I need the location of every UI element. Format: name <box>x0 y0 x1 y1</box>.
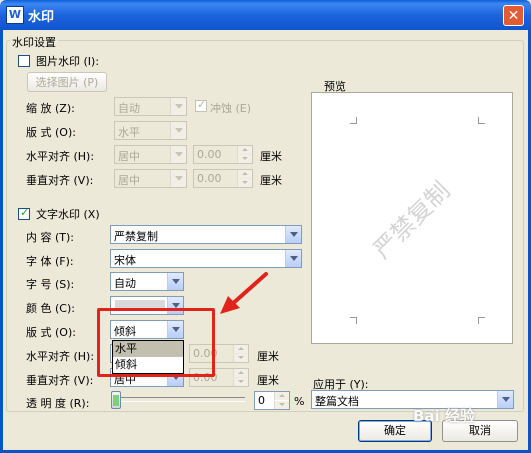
picture-valign-offset[interactable]: 0.00 <box>193 169 253 188</box>
size-value: 自动 <box>114 277 136 290</box>
picture-valign-value: 居中 <box>118 174 140 187</box>
picture-halign-label: 水平对齐 (H): <box>26 150 95 163</box>
chevron-down-icon[interactable] <box>167 273 183 290</box>
font-value: 宋体 <box>114 254 136 267</box>
spin-down-icon[interactable] <box>237 155 252 163</box>
margin-corner-bl <box>350 317 357 324</box>
transparency-label: 透 明 度 (R): <box>26 397 90 410</box>
picture-valign-combo[interactable]: 居中 <box>114 169 187 188</box>
picture-halign-offset-value: 0.00 <box>197 148 222 161</box>
apply-to-value: 整篇文档 <box>315 395 359 408</box>
chevron-down-icon <box>170 170 186 187</box>
transparency-percent: % <box>294 395 305 408</box>
picture-scale-label: 缩 放 (Z): <box>26 102 75 115</box>
size-combo[interactable]: 自动 <box>110 272 184 291</box>
transparency-value: 0 <box>258 394 265 407</box>
chevron-down-icon <box>170 122 186 139</box>
margin-corner-tr <box>478 117 485 124</box>
picture-layout-label: 版 式 (O): <box>26 126 76 139</box>
spin-down-icon[interactable] <box>233 354 248 362</box>
preview-pane: 严禁复制 <box>311 92 513 344</box>
baidu-logo-watermark: Bai 经验 <box>413 407 475 425</box>
window-title: 水印 <box>28 10 55 25</box>
picture-scale-value: 自动 <box>118 102 140 115</box>
picture-watermark-checkbox[interactable] <box>18 55 30 67</box>
spin-up-icon[interactable] <box>237 170 252 178</box>
picture-valign-unit: 厘米 <box>260 174 282 187</box>
transparency-slider-thumb[interactable] <box>111 391 121 409</box>
text-watermark-label: 文字水印 (X) <box>36 208 100 221</box>
transparency-slider-track[interactable] <box>117 397 245 402</box>
margin-corner-tl <box>350 117 357 124</box>
transparency-spinner[interactable]: 0 <box>254 391 290 410</box>
picture-halign-value: 居中 <box>118 150 140 163</box>
title-bar[interactable] <box>0 0 531 30</box>
text-halign-unit: 厘米 <box>257 350 279 363</box>
window-frame-left <box>0 30 3 453</box>
text-valign-label: 垂直对齐 (V): <box>26 374 94 387</box>
picture-valign-label: 垂直对齐 (V): <box>26 174 94 187</box>
washout-checkbox[interactable] <box>195 98 207 112</box>
margin-corner-br <box>478 317 485 324</box>
content-value: 严禁复制 <box>114 230 158 243</box>
content-label: 内 容 (T): <box>26 231 75 244</box>
spin-down-icon[interactable] <box>233 378 248 386</box>
font-label: 字 体 (F): <box>26 255 74 268</box>
group-title: 水印设置 <box>10 34 58 50</box>
font-combo[interactable]: 宋体 <box>110 249 302 268</box>
preview-watermark-text: 严禁复制 <box>367 176 456 265</box>
picture-scale-combo[interactable]: 自动 <box>114 97 187 116</box>
text-valign-unit: 厘米 <box>257 374 279 387</box>
spin-up-icon[interactable] <box>233 345 248 353</box>
text-halign-label: 水平对齐 (H): <box>26 350 95 363</box>
spin-down-icon[interactable] <box>274 401 289 409</box>
choose-picture-button[interactable]: 选择图片 (P) <box>27 72 107 92</box>
spin-up-icon[interactable] <box>274 392 289 400</box>
picture-watermark-label: 图片水印 (I): <box>36 55 100 68</box>
size-label: 字 号 (S): <box>26 278 75 291</box>
content-combo[interactable]: 严禁复制 <box>110 225 302 244</box>
text-layout-label: 版 式 (O): <box>26 326 76 339</box>
picture-layout-value: 水平 <box>118 126 140 139</box>
spin-down-icon[interactable] <box>237 179 252 187</box>
chevron-down-icon <box>170 98 186 115</box>
close-button[interactable]: ✕ <box>503 5 524 26</box>
arrow-annotation-icon <box>220 272 268 314</box>
highlight-box <box>97 308 215 377</box>
spin-up-icon[interactable] <box>237 146 252 154</box>
picture-halign-offset[interactable]: 0.00 <box>193 145 253 164</box>
chevron-down-icon[interactable] <box>285 250 301 267</box>
chevron-down-icon <box>170 146 186 163</box>
picture-halign-unit: 厘米 <box>260 150 282 163</box>
color-label: 颜 色 (C): <box>26 302 75 315</box>
spin-up-icon[interactable] <box>233 369 248 377</box>
app-icon: W <box>6 6 24 24</box>
chevron-down-icon[interactable] <box>497 391 513 408</box>
washout-label: 冲蚀 (E) <box>210 102 252 115</box>
picture-valign-offset-value: 0.00 <box>197 172 222 185</box>
text-watermark-checkbox[interactable] <box>18 206 30 220</box>
picture-layout-combo[interactable]: 水平 <box>114 121 187 140</box>
chevron-down-icon[interactable] <box>285 226 301 243</box>
picture-halign-combo[interactable]: 居中 <box>114 145 187 164</box>
